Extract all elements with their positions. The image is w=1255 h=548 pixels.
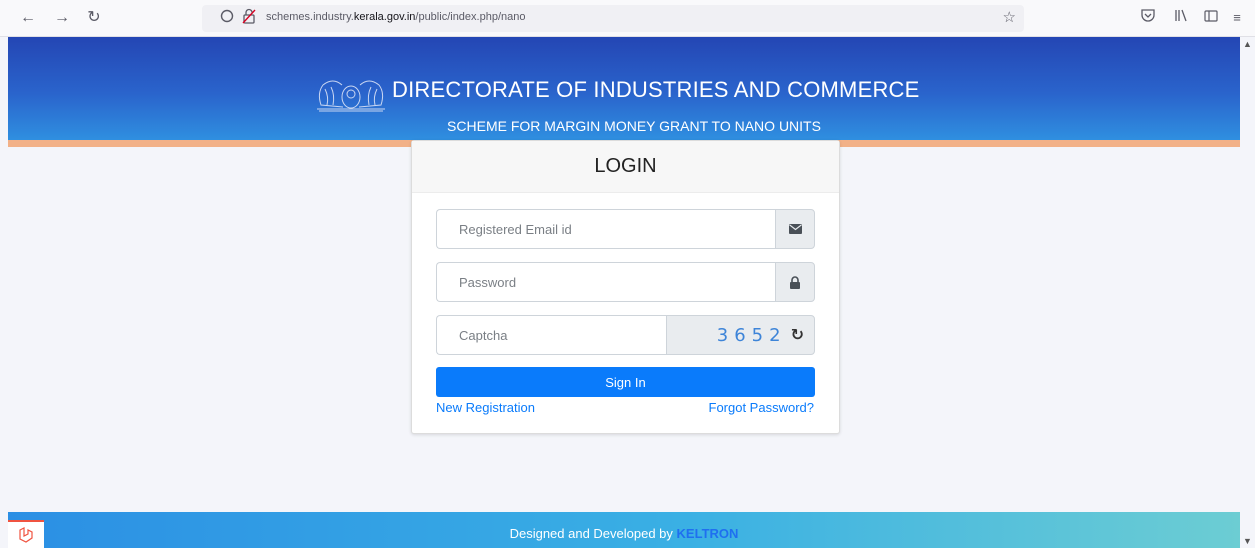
library-icon[interactable] [1170, 8, 1192, 28]
url-text: schemes.industry.kerala.gov.in/public/in… [266, 11, 526, 23]
vertical-scrollbar[interactable]: ▲ ▼ [1240, 37, 1255, 548]
page-viewport: DIRECTORATE OF INDUSTRIES AND COMMERCE S… [8, 37, 1240, 548]
captcha-input-group: 3652 ↻ [436, 315, 815, 355]
sign-in-button[interactable]: Sign In [436, 367, 815, 397]
back-arrow-icon[interactable]: ← [18, 8, 38, 28]
forward-arrow-icon[interactable]: → [52, 8, 72, 28]
sidebar-icon[interactable] [1200, 8, 1222, 28]
footer-brand: KELTRON [676, 526, 739, 541]
captcha-input[interactable] [436, 315, 666, 355]
scroll-down-icon[interactable]: ▼ [1240, 534, 1255, 548]
debugbar-icon[interactable] [8, 520, 44, 548]
pocket-icon[interactable] [1137, 8, 1159, 28]
password-input[interactable] [436, 262, 775, 302]
footer-text: Designed and Developed by [509, 526, 673, 541]
refresh-captcha-icon[interactable]: ↻ [791, 325, 804, 345]
new-registration-link[interactable]: New Registration [436, 400, 535, 415]
email-input[interactable] [436, 209, 775, 249]
kerala-emblem-icon [317, 80, 385, 112]
site-subtitle: SCHEME FOR MARGIN MONEY GRANT TO NANO UN… [447, 118, 821, 134]
insecure-lock-icon[interactable] [240, 8, 258, 28]
browser-toolbar: ← → ↻ schemes.industry.kerala.gov.in/pub… [0, 0, 1255, 37]
site-footer: Designed and Developed by KELTRON [8, 512, 1240, 548]
captcha-box: 3652 ↻ [666, 315, 815, 355]
envelope-icon [775, 209, 815, 249]
lock-icon [775, 262, 815, 302]
site-header: DIRECTORATE OF INDUSTRIES AND COMMERCE S… [8, 37, 1240, 140]
hamburger-menu-icon[interactable]: ≡ [1226, 8, 1248, 28]
reload-icon[interactable]: ↻ [84, 8, 104, 28]
email-input-group [436, 209, 815, 249]
bookmark-star-icon[interactable]: ☆ [1003, 8, 1016, 26]
login-card: LOGIN 3652 ↻ Sign In New Registration Fo… [411, 140, 840, 434]
site-title: DIRECTORATE OF INDUSTRIES AND COMMERCE [392, 77, 920, 102]
captcha-image-text: 3652 [716, 324, 787, 346]
forgot-password-link[interactable]: Forgot Password? [709, 400, 815, 415]
password-input-group [436, 262, 815, 302]
login-title: LOGIN [412, 141, 839, 193]
scroll-up-icon[interactable]: ▲ [1240, 37, 1255, 51]
address-bar[interactable]: schemes.industry.kerala.gov.in/public/in… [202, 5, 1024, 32]
shield-icon[interactable] [218, 8, 236, 28]
